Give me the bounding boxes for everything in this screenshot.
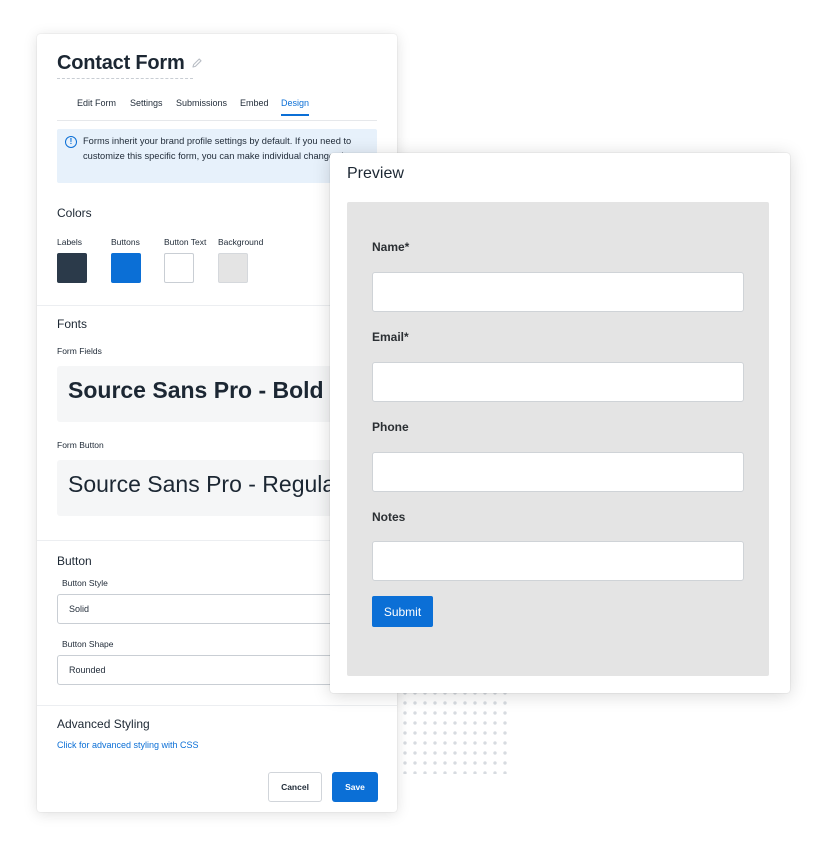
tab-design[interactable]: Design [281,98,310,116]
info-banner: ! Forms inherit your brand profile setti… [57,129,377,183]
preview-panel: Preview Name* Email* Phone Notes Submit [330,153,790,693]
preview-submit-button[interactable]: Submit [372,596,433,627]
form-tabs: Edit Form Settings Submissions Embed Des… [57,98,377,121]
button-text-color-swatch[interactable] [164,253,194,283]
labels-color-swatch[interactable] [57,253,87,283]
save-button[interactable]: Save [332,772,378,802]
button-heading: Button [57,554,92,568]
form-button-font-value: Source Sans Pro - Regular [68,471,343,497]
swatch-label-background: Background [218,237,264,247]
buttons-color-swatch[interactable] [111,253,141,283]
tab-settings[interactable]: Settings [130,98,163,114]
button-shape-select[interactable]: Rounded [57,655,377,685]
info-text: Forms inherit your brand profile setting… [83,136,363,161]
button-style-value: Solid [69,604,90,614]
preview-notes-input[interactable] [372,541,744,581]
preview-phone-label: Phone [372,420,409,434]
form-title: Contact Form [57,52,185,74]
button-shape-label: Button Shape [62,639,114,649]
form-fields-label: Form Fields [57,346,102,356]
info-icon: ! [65,136,77,148]
button-shape-value: Rounded [69,665,106,675]
button-style-select[interactable]: Solid [57,594,377,624]
preview-email-input[interactable] [372,362,744,402]
edit-title-icon[interactable] [191,56,203,74]
colors-heading: Colors [57,206,92,220]
tab-edit-form[interactable]: Edit Form [77,98,116,114]
advanced-styling-heading: Advanced Styling [57,717,150,731]
preview-notes-label: Notes [372,510,406,524]
advanced-styling-link[interactable]: Click for advanced styling with CSS [57,740,199,750]
preview-name-input[interactable] [372,272,744,312]
title-row: Contact Form [57,52,203,75]
preview-name-label: Name* [372,240,410,254]
form-button-label: Form Button [57,440,104,450]
tab-embed[interactable]: Embed [240,98,269,114]
title-underline [57,78,193,79]
form-fields-font-value: Source Sans Pro - Bold [68,377,324,403]
preview-form-area: Name* Email* Phone Notes Submit [347,202,769,676]
cancel-button[interactable]: Cancel [268,772,322,802]
swatch-label-button-text: Button Text [164,237,207,247]
preview-email-label: Email* [372,330,409,344]
form-fields-font-picker[interactable]: Source Sans Pro - Bold [57,366,377,422]
button-style-label: Button Style [62,578,108,588]
preview-phone-input[interactable] [372,452,744,492]
form-button-font-picker[interactable]: Source Sans Pro - Regular [57,460,377,516]
tab-submissions[interactable]: Submissions [176,98,227,114]
swatch-label-buttons: Buttons [111,237,140,247]
fonts-heading: Fonts [57,317,88,331]
decorative-dot-grid [400,688,508,774]
background-color-swatch[interactable] [218,253,248,283]
swatch-label-labels: Labels [57,237,83,247]
divider [37,705,397,706]
preview-title: Preview [347,165,404,182]
